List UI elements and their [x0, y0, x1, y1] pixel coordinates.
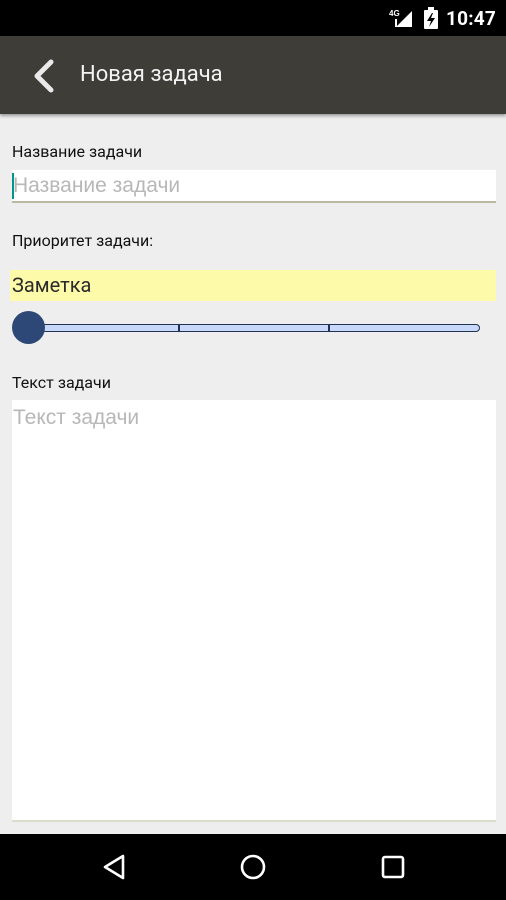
recents-square-icon [381, 855, 405, 879]
slider-track[interactable] [32, 324, 480, 332]
status-bar: 4G 10:47 [0, 0, 506, 36]
app-bar: Новая задача [0, 36, 506, 114]
title-input[interactable] [12, 170, 496, 201]
priority-slider[interactable] [12, 310, 482, 346]
text-label: Текст задачи [12, 373, 111, 392]
title-field-container [12, 170, 496, 203]
priority-display: Заметка [10, 270, 496, 301]
status-right: 4G 10:47 [388, 0, 496, 36]
priority-label: Приоритет задачи: [12, 231, 154, 250]
text-input[interactable] [12, 400, 496, 820]
priority-value: Заметка [12, 273, 92, 297]
back-triangle-icon [103, 854, 125, 880]
signal-icon: 4G [388, 7, 416, 29]
back-button[interactable] [18, 50, 70, 102]
slider-tick [178, 324, 180, 332]
battery-icon [424, 7, 439, 29]
home-circle-icon [240, 854, 266, 880]
slider-thumb[interactable] [12, 311, 45, 344]
text-cursor [12, 173, 14, 199]
text-field-container [12, 400, 496, 822]
title-label: Название задачи [12, 142, 143, 161]
page-title: Новая задача [80, 62, 223, 87]
status-time: 10:47 [446, 6, 496, 30]
chevron-left-icon [34, 59, 54, 93]
nav-recents-button[interactable] [357, 834, 429, 900]
navigation-bar [0, 834, 506, 900]
screen: 4G 10:47 Новая задача Название задачи На… [0, 0, 506, 900]
nav-back-button[interactable] [78, 834, 150, 900]
nav-home-button[interactable] [217, 834, 289, 900]
slider-tick [328, 324, 330, 332]
network-type-label: 4G [389, 9, 400, 18]
